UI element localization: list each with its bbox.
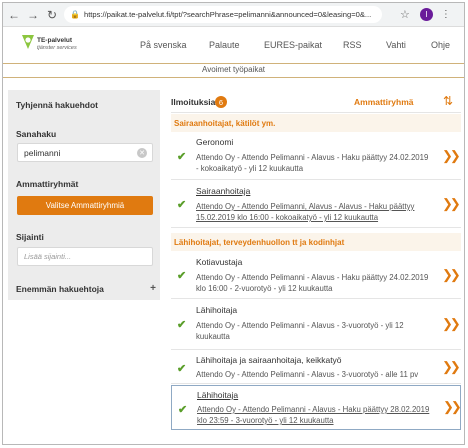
job-listing[interactable]: ✔ Geronomi Attendo Oy - Attendo Pelimann… [171, 132, 461, 180]
keyword-value: pelimanni [24, 147, 61, 158]
job-details: Attendo Oy - Attendo Pelimanni - Alavus … [196, 370, 419, 379]
more-filters-toggle[interactable]: Enemmän hakuehtoja [16, 284, 104, 294]
group-header: Sairaanhoitajat, kätilöt ym. [171, 114, 461, 132]
job-title[interactable]: Kotiavustaja [196, 257, 242, 267]
job-listing[interactable]: ✔ Lähihoitaja ja sairaanhoitaja, keikkat… [171, 351, 461, 384]
chevron-right-icon[interactable]: ❯❯ [442, 316, 461, 332]
te-palvelut-logo[interactable]: TE-palvelut tjänster services [21, 34, 101, 58]
chevron-right-icon[interactable]: ❯❯ [442, 148, 461, 164]
menu-icon[interactable]: ⋮ [441, 9, 451, 20]
expand-plus-icon[interactable]: + [150, 283, 156, 294]
job-listing[interactable]: ✔ Lähihoitaja Attendo Oy - Attendo Pelim… [171, 300, 461, 350]
job-details: Attendo Oy - Attendo Pelimanni, Alavus -… [196, 202, 415, 222]
job-details: Attendo Oy - Attendo Pelimanni - Alavus … [196, 321, 404, 341]
nav-vahti[interactable]: Vahti [386, 40, 406, 50]
results-title: Ilmoituksia [171, 97, 216, 107]
forward-icon[interactable]: → [25, 7, 41, 23]
group-by-selector[interactable]: Ammattiryhmä [354, 97, 414, 107]
job-listing[interactable]: ✔ Kotiavustaja Attendo Oy - Attendo Peli… [171, 252, 461, 299]
job-title[interactable]: Sairaanhoitaja [196, 186, 250, 196]
page-subtitle: Avoimet työpaikat [3, 65, 464, 78]
back-icon[interactable]: ← [6, 7, 22, 23]
reload-icon[interactable]: ↻ [44, 7, 60, 23]
nav-rss[interactable]: RSS [343, 40, 362, 50]
sort-icon[interactable]: ⇅ [443, 94, 453, 108]
job-details: Attendo Oy - Attendo Pelimanni - Alavus … [196, 153, 429, 173]
nav-eures-paikat[interactable]: EURES-paikat [264, 40, 322, 50]
job-title[interactable]: Lähihoitaja [197, 390, 238, 400]
results-count-badge: 6 [215, 96, 227, 108]
job-details: Attendo Oy - Attendo Pelimanni - Alavus … [197, 405, 430, 425]
browser-toolbar: ← → ↻ 🔒 https://paikat.te-palvelut.fi/tp… [3, 3, 464, 27]
chevron-right-icon[interactable]: ❯❯ [442, 267, 461, 283]
site-header: TE-palvelut tjänster services På svenska… [3, 28, 464, 64]
keyword-input[interactable]: pelimanni ✕ [17, 143, 153, 162]
check-icon: ✔ [178, 404, 188, 416]
lock-icon: 🔒 [70, 10, 80, 19]
chevron-right-icon[interactable]: ❯❯ [442, 359, 461, 375]
check-icon: ✔ [177, 151, 187, 163]
address-bar[interactable]: 🔒 https://paikat.te-palvelut.fi/tpt/?sea… [64, 6, 382, 23]
job-title[interactable]: Lähihoitaja ja sairaanhoitaja, keikkatyö [196, 355, 342, 365]
browser-window: ← → ↻ 🔒 https://paikat.te-palvelut.fi/tp… [2, 2, 465, 445]
clear-input-icon[interactable]: ✕ [137, 148, 147, 158]
check-icon: ✔ [177, 319, 187, 331]
check-icon: ✔ [177, 363, 187, 375]
check-icon: ✔ [177, 270, 187, 282]
job-title[interactable]: Lähihoitaja [196, 305, 237, 315]
job-title[interactable]: Geronomi [196, 137, 233, 147]
choose-groups-button[interactable]: Valitse Ammattiryhmiä [17, 196, 153, 215]
group-header: Lähihoitajat, terveydenhuollon tt ja kod… [171, 233, 461, 251]
logo-mark-icon [22, 35, 34, 49]
nav-pa-svenska[interactable]: På svenska [140, 40, 187, 50]
chevron-right-icon[interactable]: ❯❯ [442, 196, 461, 212]
job-listing[interactable]: ✔ Lähihoitaja Attendo Oy - Attendo Pelim… [171, 385, 462, 430]
check-icon: ✔ [177, 199, 187, 211]
divider [171, 112, 461, 113]
search-sidebar: Tyhjennä hakuehdot Sanahaku pelimanni ✕ … [8, 90, 160, 300]
location-input[interactable]: Lisää sijainti... [17, 247, 153, 266]
job-listing[interactable]: ✔ Sairaanhoitaja Attendo Oy - Attendo Pe… [171, 181, 461, 228]
nav-palaute[interactable]: Palaute [209, 40, 240, 50]
job-details: Attendo Oy - Attendo Pelimanni - Alavus … [196, 273, 429, 293]
clear-filters-link[interactable]: Tyhjennä hakuehdot [16, 100, 98, 110]
keyword-label: Sanahaku [16, 129, 57, 139]
location-label: Sijainti [16, 232, 44, 242]
url-text: https://paikat.te-palvelut.fi/tpt/?searc… [83, 10, 372, 19]
chevron-right-icon[interactable]: ❯❯ [443, 399, 462, 415]
profile-avatar[interactable]: I [419, 8, 433, 21]
bookmark-star-icon[interactable]: ☆ [400, 8, 410, 21]
groups-label: Ammattiryhmät [16, 179, 79, 189]
results-header: Ilmoituksia 6 Ammattiryhmä ⇅ [171, 94, 461, 111]
nav-ohje[interactable]: Ohje [431, 40, 450, 50]
